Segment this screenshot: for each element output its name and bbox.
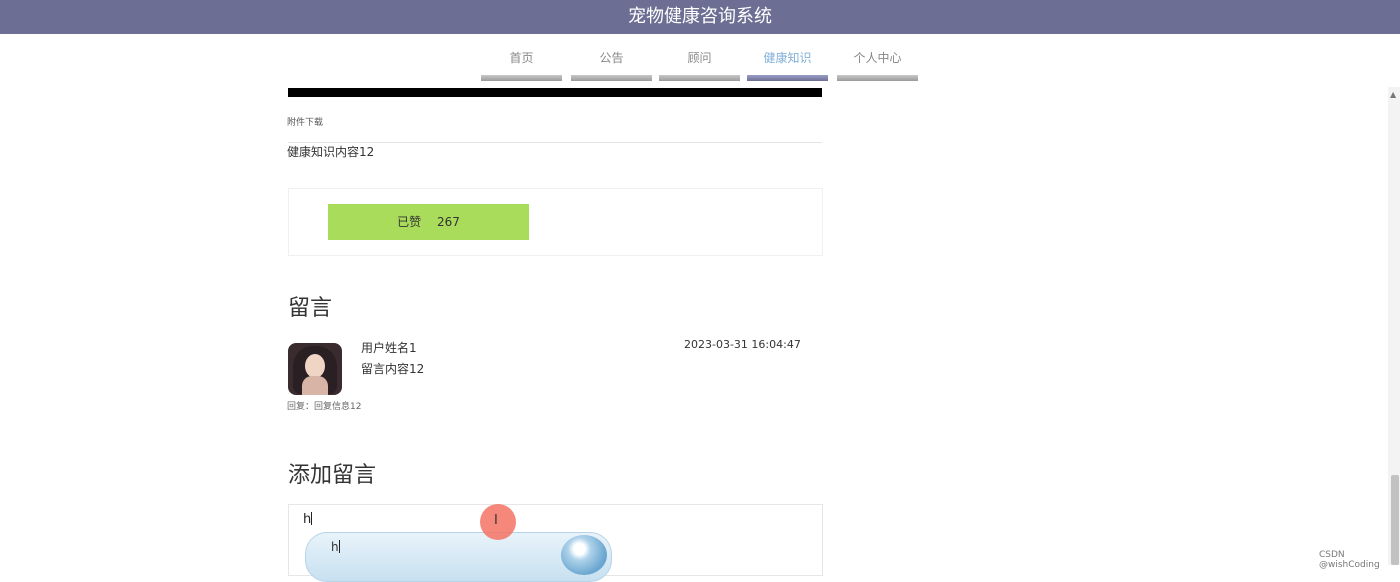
ime-composition-text: h [331,540,340,554]
top-header-bar: 宠物健康咨询系统 [0,0,1400,34]
nav-item-label: 公告 [599,51,624,65]
ime-candidate-window[interactable] [305,532,612,582]
nav-item-home[interactable]: 首页 [481,45,562,81]
comment-username: 用户姓名1 [361,341,417,355]
article-image-bottom-edge [288,88,822,97]
nav-item-underline [837,75,918,81]
nav-item-label: 健康知识 [763,51,812,65]
ime-bubble-icon [561,535,607,575]
nav-item-consultants[interactable]: 顾问 [659,45,740,81]
nav-item-underline [747,75,828,81]
attachment-download-link[interactable]: 附件下载 [287,115,323,128]
avatar [288,343,342,395]
nav-item-announcements[interactable]: 公告 [571,45,652,81]
scroll-up-arrow-icon[interactable]: ▲ [1390,90,1396,99]
add-comment-heading: 添加留言 [288,463,377,488]
comment-input-value: h [303,512,313,527]
text-cursor-icon: I [494,513,498,528]
nav-item-underline [659,75,740,81]
nav-item-health-knowledge[interactable]: 健康知识 [747,45,828,81]
nav-item-personal-center[interactable]: 个人中心 [837,45,918,81]
site-title: 宠物健康咨询系统 [628,6,772,27]
comment-reply: 回复：回复信息12 [287,402,362,412]
comment-content: 留言内容12 [361,362,425,376]
nav-item-underline [481,75,562,81]
comments-heading: 留言 [288,296,333,321]
like-label: 已赞 [397,215,422,229]
click-indicator-icon [480,504,516,540]
nav-item-label: 个人中心 [853,51,902,65]
nav-item-label: 首页 [509,51,534,65]
article-content: 健康知识内容12 [287,145,375,159]
text-caret [311,512,313,525]
comment-timestamp: 2023-03-31 16:04:47 [684,338,801,351]
nav-item-underline [571,75,652,81]
nav-item-label: 顾问 [687,51,712,65]
like-count: 267 [436,215,460,229]
like-button[interactable]: 已赞 267 [328,204,529,240]
watermark-text: CSDN @wishCoding [1319,550,1380,570]
